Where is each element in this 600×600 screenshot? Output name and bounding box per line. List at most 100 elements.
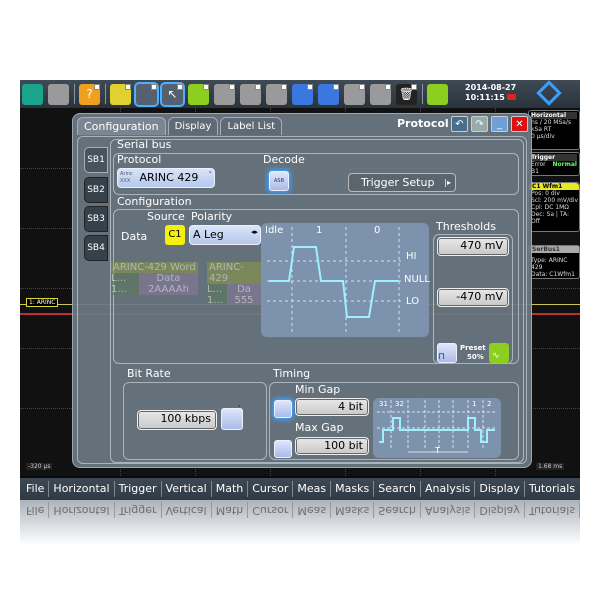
menu-horizontal[interactable]: Horizontal [49, 481, 115, 497]
submenu-indicator-icon [229, 83, 235, 90]
help-icon: ? [86, 87, 93, 101]
tab-display[interactable]: Display [167, 117, 219, 135]
preset-select[interactable]: ⊓ [437, 343, 457, 363]
open-button[interactable] [110, 83, 131, 105]
oscilloscope-screen: ? ↖ 🗑 2014-08-27 10:11:15 1: ARINC -320 µs… [20, 80, 580, 500]
menu-vertical[interactable]: Vertical [162, 481, 212, 497]
datetime: 2014-08-27 10:11:15 [465, 83, 516, 103]
max-gap-checkbox[interactable] [274, 440, 292, 458]
menu-tutorials[interactable]: Tutorials [525, 481, 579, 497]
fft-button[interactable] [240, 83, 261, 105]
menu-file[interactable]: File [22, 481, 50, 497]
menu-math[interactable]: Math [212, 481, 249, 497]
dialog-minimize-button[interactable]: _ [491, 116, 508, 132]
menu-masks[interactable]: Masks [331, 481, 375, 497]
reflected-menu-item: Vertical [161, 502, 212, 518]
channel-info[interactable]: C1 Wfm1 Pos: 0 div Scl: 200 mV/div Cpl: … [528, 182, 580, 232]
time-label: 10:11:15 [465, 93, 516, 103]
decode-toggle[interactable]: ASB [269, 171, 289, 191]
probe-button[interactable] [292, 83, 313, 105]
menu-search[interactable]: Search [374, 481, 422, 497]
submenu-indicator-icon [333, 83, 339, 90]
min-gap-label: Min Gap [295, 383, 341, 396]
preset-label: Preset [460, 344, 486, 352]
power-probe-button[interactable] [318, 83, 339, 105]
polarity-label: Polarity [191, 210, 233, 223]
bitrate-preset-button[interactable]: ˅ [221, 405, 243, 430]
zoom-button[interactable] [188, 83, 209, 105]
polarity-diagram: Idle 1 0 HI NULL LO [261, 223, 430, 337]
close-icon: ✕ [515, 119, 524, 130]
thresholds-label: Thresholds [436, 220, 496, 233]
minimize-icon: _ [497, 119, 502, 130]
trigger-setup-button[interactable]: Trigger Setup |▸ [348, 173, 456, 192]
reflected-menu-item: Meas [293, 502, 332, 518]
dialog-close-button[interactable]: ✕ [511, 116, 528, 132]
timing-label: Timing [273, 367, 311, 380]
reflected-menu-item: File [22, 502, 50, 518]
protocol-label: Protocol [117, 153, 162, 166]
serial-bus-info[interactable]: SerBus1 Type: ARINC 429 Data: C1Wfm1 [528, 245, 580, 279]
redo-button[interactable] [48, 83, 69, 105]
undo-icon: ↶ [455, 119, 464, 130]
bitrate-input[interactable]: 100 kbps [137, 410, 217, 430]
channel-marker[interactable]: 1: ARINC [26, 298, 59, 307]
pointer-button[interactable]: ↖ [162, 83, 183, 105]
arinc-icon: Arinc XXX [120, 171, 133, 184]
min-gap-input[interactable]: 4 bit [295, 398, 369, 416]
chevron-down-icon: ˅ [208, 171, 213, 179]
menu-meas[interactable]: Meas [293, 481, 332, 497]
menu-display[interactable]: Display [475, 481, 525, 497]
submenu-indicator-icon [359, 83, 365, 90]
trigger-info[interactable]: Trigger Normal Error B1 [528, 152, 580, 176]
binoculars-button[interactable] [370, 83, 391, 105]
delete-button[interactable]: 🗑 [396, 83, 417, 105]
history-button[interactable] [344, 83, 365, 105]
menu-trigger[interactable]: Trigger [115, 481, 162, 497]
autoset-button[interactable] [427, 83, 448, 105]
sb-tab-3[interactable]: SB3 [84, 206, 108, 232]
sb-tab-4[interactable]: SB4 [84, 235, 108, 261]
min-gap-checkbox[interactable] [274, 400, 292, 418]
menu-cursor[interactable]: Cursor [248, 481, 294, 497]
help-button[interactable]: ? [79, 83, 100, 105]
redo-icon: ↷ [475, 119, 484, 130]
screen-reflection: File Horizontal Trigger Vertical Math Cursor M… [20, 500, 580, 545]
dialog-redo-button[interactable]: ↷ [471, 116, 488, 132]
apply-preset-button[interactable]: ∿ [489, 343, 509, 363]
source-label: Source [147, 210, 185, 223]
cursor-tool-button[interactable] [214, 83, 235, 105]
record-icon [506, 94, 516, 100]
submenu-indicator-icon [94, 83, 100, 90]
threshold-high-input[interactable]: 470 mV [437, 237, 509, 256]
max-gap-input[interactable]: 100 bit [295, 437, 369, 455]
undo-button[interactable] [22, 83, 43, 105]
threshold-low-input[interactable]: -470 mV [437, 288, 509, 307]
polarity-select[interactable]: A Leg ◂▸ [189, 225, 261, 245]
dialog-title: Protocol [397, 117, 449, 130]
gap-signal [379, 417, 495, 443]
menu-analysis[interactable]: Analysis [421, 481, 476, 497]
reflected-menu-item: Display [475, 502, 525, 518]
sb-tab-1[interactable]: SB1 [84, 147, 108, 173]
ternary-signal [269, 246, 399, 318]
tab-label-list[interactable]: Label List [220, 117, 283, 135]
configuration-label: Configuration [117, 195, 192, 208]
source-select[interactable]: C1 [165, 225, 185, 245]
mask-button[interactable] [266, 83, 287, 105]
toolbar-separator [422, 84, 423, 104]
dialog-body: SB1 SB2 SB3 SB4 Serial bus Protocol Arin… [77, 136, 527, 464]
protocol-select[interactable]: Arinc XXX ARINC 429 ˅ [117, 168, 215, 188]
grid-layout-button[interactable] [136, 83, 157, 105]
protocol-dialog: Configuration Display Label List Protoco… [72, 113, 532, 468]
dialog-undo-button[interactable]: ↶ [451, 116, 468, 132]
decode-label: Decode [263, 153, 305, 166]
bitrate-label: Bit Rate [127, 367, 171, 380]
timing-diagram: 31 32 1 2 T [373, 398, 501, 458]
decode-word-2: ARINC-429 L... Da 1... 555 [207, 262, 261, 304]
submenu-indicator-icon [177, 83, 183, 90]
tab-configuration[interactable]: Configuration [77, 117, 166, 135]
horizontal-info[interactable]: Horizontal ns / 20 MSa/s kSa RT 0 µs/div [528, 110, 580, 150]
chevron-down-icon: ˅ [238, 405, 241, 412]
sb-tab-2[interactable]: SB2 [84, 177, 108, 203]
